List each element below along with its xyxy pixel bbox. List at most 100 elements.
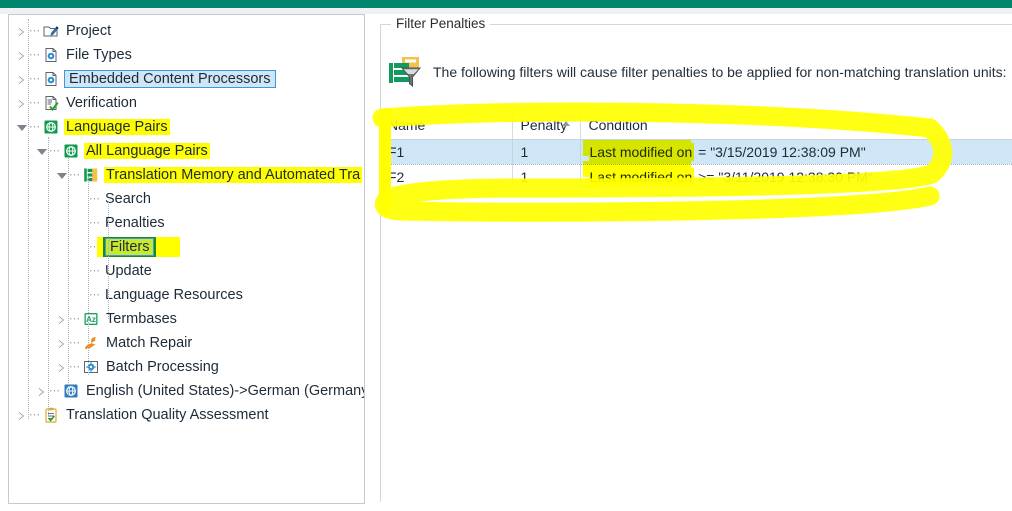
chevron-right-icon[interactable] (15, 97, 28, 110)
sidebar-item-label-wrap: Batch Processing (104, 359, 221, 375)
tree-connector: ⋯ (29, 72, 41, 85)
sidebar-item-match-repair[interactable]: ⋯ Match Repair (9, 331, 364, 355)
tree-guide-line (48, 137, 49, 415)
chevron-right-icon[interactable] (55, 361, 68, 374)
file-types-icon (43, 47, 59, 63)
batch-processing-icon (83, 359, 99, 375)
sidebar-item-label: Match Repair (106, 335, 193, 351)
sidebar-item-english-united-states-german-germany[interactable]: ⋯ English (United States)->German (German… (9, 379, 364, 403)
sidebar-item-update[interactable]: ⋯ Update (9, 259, 364, 283)
column-header-condition[interactable]: Condition (580, 112, 1012, 140)
tree-connector: ⋯ (29, 408, 41, 421)
sidebar-item-all-language-pairs[interactable]: ⋯ All Language Pairs (9, 139, 364, 163)
cell-name[interactable]: F2 (380, 164, 513, 188)
verification-icon (43, 95, 59, 111)
sidebar-item-label: All Language Pairs (86, 143, 208, 159)
sidebar-item-label-wrap: Language Resources (103, 287, 245, 303)
language-pair-icon-blue (63, 383, 79, 399)
condition-field: Last modified on (588, 142, 695, 161)
sidebar-item-embedded-content-processors[interactable]: ⋯ Embedded Content Processors (9, 67, 364, 91)
sidebar-item-termbases[interactable]: ⋯ Az Termbases (9, 307, 364, 331)
chevron-right-icon[interactable] (55, 337, 68, 350)
table-header-row[interactable]: Name Penalty Condition (380, 112, 1012, 140)
tqa-icon (43, 407, 59, 423)
cell-condition[interactable]: Last modified on = "3/15/2019 12:38:09 P… (580, 139, 1012, 165)
sidebar-item-label-wrap: Verification (64, 95, 139, 111)
tree-selection-box: Filters (105, 238, 155, 256)
title-bar (0, 0, 1012, 8)
sidebar-item-label: Search (105, 191, 151, 207)
filter-penalties-groupbox: Filter Penalties The following filters w (380, 16, 1012, 502)
sidebar-item-verification[interactable]: ⋯ Verification (9, 91, 364, 115)
filter-penalties-panel: Filter Penalties The following filters w (372, 14, 1012, 504)
sidebar-item-batch-processing[interactable]: ⋯ Batch Processing (9, 355, 364, 379)
sidebar-item-filters[interactable]: ⋯ Filters (9, 235, 364, 259)
cell-name[interactable]: F1 (380, 139, 513, 165)
sidebar-item-label-wrap: Translation Quality Assessment (64, 407, 271, 423)
sidebar-item-label: Verification (66, 95, 137, 111)
table-row[interactable]: F2 1 Last modified on >= "3/11/2019 12:38:… (380, 164, 1012, 188)
tree-connector: ⋯ (49, 384, 61, 397)
condition-expression: = "3/15/2019 12:38:09 PM" (698, 143, 866, 160)
sidebar-item-penalties[interactable]: ⋯ Penalties (9, 211, 364, 235)
sidebar-item-search[interactable]: ⋯ Search (9, 187, 364, 211)
chevron-right-icon[interactable] (55, 313, 68, 326)
sidebar-item-label: Update (105, 263, 152, 279)
sidebar-item-file-types[interactable]: ⋯ File Types (9, 43, 364, 67)
sidebar-item-label: Translation Memory and Automated Tra (106, 167, 361, 183)
chevron-down-icon[interactable] (15, 121, 28, 134)
sidebar-item-label-wrap: Penalties (103, 215, 167, 231)
description-row: The following filters will cause filter … (387, 55, 1007, 89)
chevron-down-icon[interactable] (35, 145, 48, 158)
tree-connector: ⋯ (69, 168, 81, 181)
language-pair-icon-green (63, 143, 79, 159)
sidebar-item-label: Project (66, 23, 112, 39)
column-header-label: Condition (588, 117, 648, 133)
tree-connector: ⋯ (89, 192, 101, 205)
column-header-penalty[interactable]: Penalty (512, 112, 581, 140)
navigation-tree-panel[interactable]: ⋯ Project ⋯ File Types ⋯ Embedded Content Pro… (8, 14, 365, 504)
sidebar-item-project[interactable]: ⋯ Project (9, 19, 364, 43)
tree-connector: ⋯ (89, 264, 101, 277)
sidebar-item-language-pairs[interactable]: ⋯ Language Pairs (9, 115, 364, 139)
cell-penalty[interactable]: 1 (512, 164, 581, 188)
chevron-right-icon[interactable] (15, 73, 28, 86)
tree-connector: ⋯ (89, 288, 101, 301)
chevron-down-icon[interactable] (55, 169, 68, 182)
filters-table[interactable]: Name Penalty Condition F1 1 Last modified on… (380, 112, 1012, 188)
sidebar-item-label-wrap: File Types (64, 47, 134, 63)
marker-rectangle: Filters (103, 237, 157, 257)
termbases-icon: Az (83, 311, 99, 327)
tree-connector: ⋯ (29, 96, 41, 109)
cell-penalty[interactable]: 1 (512, 139, 581, 165)
sidebar-item-label: Translation Quality Assessment (66, 407, 269, 423)
sidebar-item-label-wrap: Embedded Content Processors (64, 70, 276, 88)
chevron-right-icon[interactable] (35, 385, 48, 398)
condition-expression: >= "3/11/2019 12:38:30 PM" (698, 168, 873, 185)
description-text: The following filters will cause filter … (433, 64, 1007, 80)
filters-table-wrapper[interactable]: Name Penalty Condition F1 1 Last modified on… (380, 112, 1012, 188)
sidebar-item-label-wrap: Translation Memory and Automated Tra (104, 167, 363, 183)
tree-connector: ⋯ (69, 312, 81, 325)
cell-condition[interactable]: Last modified on >= "3/11/2019 12:38:30 … (580, 164, 1012, 188)
sidebar-item-label: Language Pairs (66, 119, 168, 135)
sidebar-item-label-wrap: Search (103, 191, 153, 207)
table-row[interactable]: F1 1 Last modified on = "3/15/2019 12:38:0… (380, 139, 1012, 165)
sidebar-item-label-wrap: English (United States)->German (Germany… (84, 383, 364, 399)
chevron-right-icon[interactable] (15, 49, 28, 62)
sidebar-item-language-resources[interactable]: ⋯ Language Resources (9, 283, 364, 307)
page-title: Filter Penalties (391, 16, 491, 31)
sidebar-item-label-wrap: Match Repair (104, 335, 194, 351)
chevron-right-icon[interactable] (15, 25, 28, 38)
tree-connector: ⋯ (29, 48, 41, 61)
sidebar-item-translation-memory-and-automated-tra[interactable]: ⋯ Translation Memory and Automated Tra (9, 163, 364, 187)
sidebar-item-translation-quality-assessment[interactable]: ⋯ Translation Quality Assessment (9, 403, 364, 427)
chevron-right-icon[interactable] (15, 409, 28, 422)
sidebar-item-label-wrap: Update (103, 263, 154, 279)
tree-guide-line (88, 177, 89, 375)
navigation-tree[interactable]: ⋯ Project ⋯ File Types ⋯ Embedded Content Pro… (9, 15, 364, 427)
column-header-name[interactable]: Name (380, 112, 513, 140)
